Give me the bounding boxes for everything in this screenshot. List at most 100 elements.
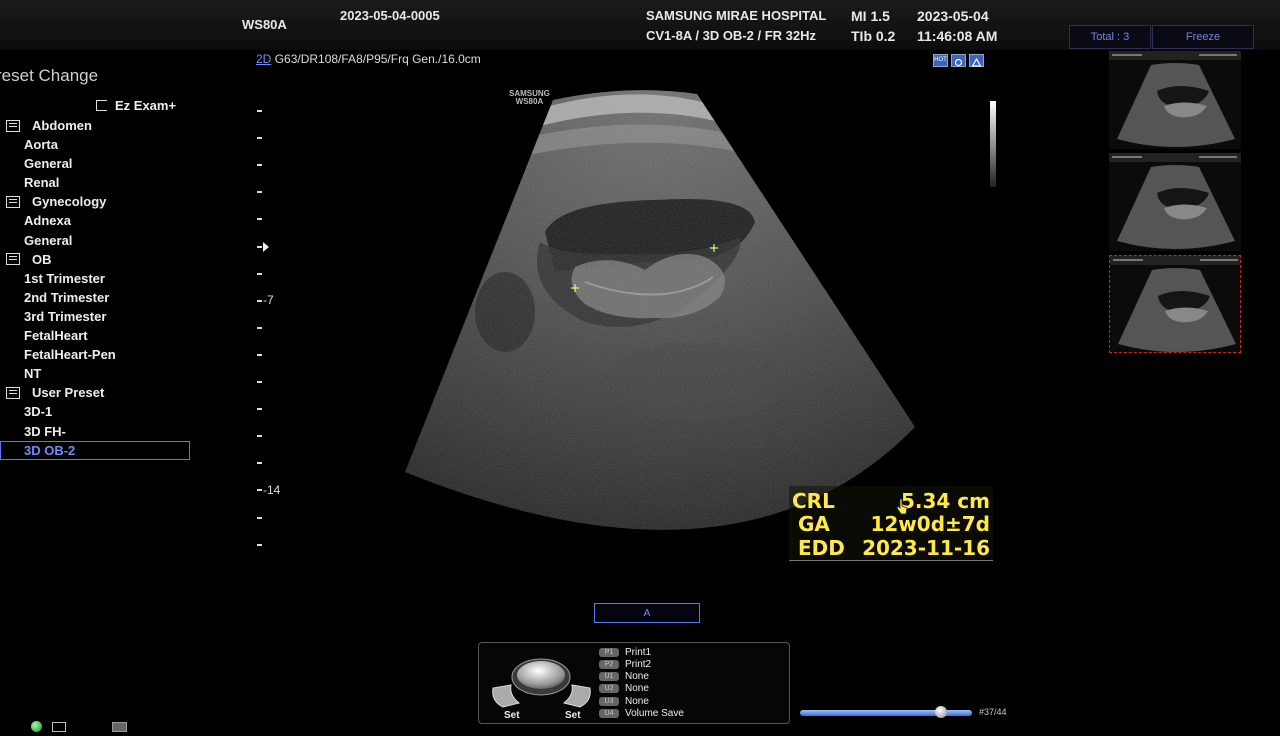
preset-label: General [24, 232, 73, 248]
top-right-icons: HOT [933, 54, 984, 67]
preset-label: OB [32, 251, 52, 267]
preset-item[interactable]: FetalHeart-Pen [0, 345, 190, 364]
preset-item[interactable]: Adnexa [0, 211, 190, 230]
depth-tick [257, 381, 262, 383]
preset-category[interactable]: Gynecology [0, 192, 190, 211]
image-parameters: 2D G63/DR108/FA8/P95/Frq Gen./16.0cm [256, 52, 481, 66]
folder-icon [6, 386, 20, 399]
freeze-button[interactable]: Freeze [1152, 25, 1254, 49]
cine-slider-handle[interactable] [935, 706, 948, 718]
triangle-icon[interactable] [969, 54, 984, 67]
preset-item[interactable]: Renal [0, 173, 190, 192]
function-key-row[interactable]: U3 None [599, 695, 649, 707]
exam-icon [96, 100, 107, 111]
function-key-row[interactable]: U1 None [599, 671, 649, 683]
preset-item[interactable]: 1st Trimester [0, 269, 190, 288]
annotation-label-box[interactable]: A [594, 603, 700, 623]
preset-label: Abdomen [32, 118, 92, 134]
set-right-label: Set [565, 710, 581, 721]
exam-time: 11:46:08 AM [917, 28, 998, 44]
probe-icon[interactable] [951, 54, 966, 67]
function-key-label: None [625, 695, 649, 707]
function-key-row[interactable]: U4 Volume Save [599, 708, 684, 720]
edd-row: EDD 2023-11-16 [798, 536, 990, 560]
image-thumbnail[interactable] [1109, 255, 1241, 353]
preset-category[interactable]: User Preset [0, 383, 190, 402]
trackball-control-panel: Set Set P1 Print1 P2 Print2 U1 None U2 None U3 No… [478, 642, 790, 724]
ez-exam-button[interactable]: Ez Exam+ [96, 98, 176, 113]
preset-item[interactable]: Aorta [0, 135, 190, 154]
preset-label: Aorta [24, 137, 58, 153]
preset-label: Adnexa [24, 213, 71, 229]
total-images-button[interactable]: Total : 3 [1069, 25, 1151, 49]
image-thumbnail[interactable] [1109, 51, 1241, 149]
preset-item[interactable]: 3rd Trimester [0, 307, 190, 326]
preset-item[interactable]: 3D FH- [0, 422, 190, 441]
function-key-badge: U3 [599, 696, 619, 706]
preset-category[interactable]: OB [0, 250, 190, 269]
preset-label: NT [24, 366, 42, 382]
preset-label: 2nd Trimester [24, 289, 110, 305]
trackball-icon[interactable] [489, 653, 594, 718]
function-key-badge: U1 [599, 672, 619, 682]
set-right-key-icon[interactable] [562, 684, 591, 708]
hot-icon[interactable]: HOT [933, 54, 948, 67]
function-key-row[interactable]: P2 Print2 [599, 658, 651, 670]
preset-label: FetalHeart-Pen [24, 347, 116, 363]
preset-label: User Preset [32, 385, 105, 401]
depth-tick [257, 164, 262, 167]
preset-category[interactable]: Abdomen [0, 116, 190, 135]
preset-item[interactable]: FetalHeart [0, 326, 190, 345]
folder-icon [6, 195, 20, 208]
crl-row: CRL 5.34 cm [792, 489, 990, 513]
ez-exam-label: Ez Exam+ [115, 98, 177, 113]
preset-item[interactable]: 2nd Trimester [0, 288, 190, 307]
exam-date: 2023-05-04 [917, 8, 989, 24]
cine-frame-counter: #37/44 [979, 707, 1007, 717]
preset-item[interactable]: 3D OB-2 [0, 440, 190, 460]
function-key-row[interactable]: U2 None [599, 683, 649, 695]
image-thumbnail[interactable] [1109, 153, 1241, 251]
depth-tick [257, 191, 262, 194]
monitor-icon[interactable] [52, 722, 66, 732]
folder-icon [6, 119, 20, 132]
function-key-badge: P2 [599, 659, 619, 669]
depth-tick [257, 137, 262, 140]
depth-tick [257, 543, 262, 546]
depth-tick [257, 218, 262, 221]
function-key-label: Volume Save [625, 708, 684, 719]
preset-item[interactable]: General [0, 231, 190, 250]
mode-2d[interactable]: 2D [256, 52, 271, 66]
function-key-badge: U4 [599, 709, 619, 718]
measurement-result-box[interactable]: CRL 5.34 cm GA 12w0d±7d EDD 2023-11-16 [789, 486, 993, 561]
preset-label: 3D OB-2 [24, 442, 76, 458]
globe-icon[interactable] [31, 721, 42, 732]
depth-tick [257, 272, 262, 275]
depth-label-7: -7 [263, 293, 274, 307]
depth-tick [257, 326, 262, 329]
depth-tick [257, 299, 262, 302]
preset-label: Gynecology [32, 194, 107, 210]
pointer-cursor-icon [896, 498, 908, 515]
depth-tick [257, 489, 262, 492]
function-key-label: Print2 [625, 658, 652, 670]
set-left-key-icon[interactable] [492, 684, 521, 708]
preset-list: Abdomen Aorta General Renal Gynecology Adnexa… [0, 116, 190, 460]
function-key-row[interactable]: P1 Print1 [599, 646, 651, 658]
preset-change-title: reset Change [0, 66, 99, 85]
ultrasound-image[interactable] [395, 82, 925, 552]
patient-id: 2023-05-04-0005 [340, 8, 440, 23]
depth-tick [257, 408, 262, 411]
preset-item[interactable]: NT [0, 364, 190, 383]
depth-tick [257, 110, 262, 112]
preset-label: 3rd Trimester [24, 308, 107, 324]
disk-icon[interactable] [112, 722, 127, 732]
preset-item[interactable]: 3D-1 [0, 402, 190, 421]
focus-marker-icon[interactable] [262, 242, 270, 252]
thermal-index: TIb 0.2 [851, 28, 896, 44]
parameter-string: G63/DR108/FA8/P95/Frq Gen./16.0cm [274, 52, 481, 66]
depth-label-14: -14 [263, 483, 281, 497]
preset-item[interactable]: General [0, 154, 190, 173]
depth-tick [257, 353, 262, 356]
depth-tick [257, 516, 262, 519]
